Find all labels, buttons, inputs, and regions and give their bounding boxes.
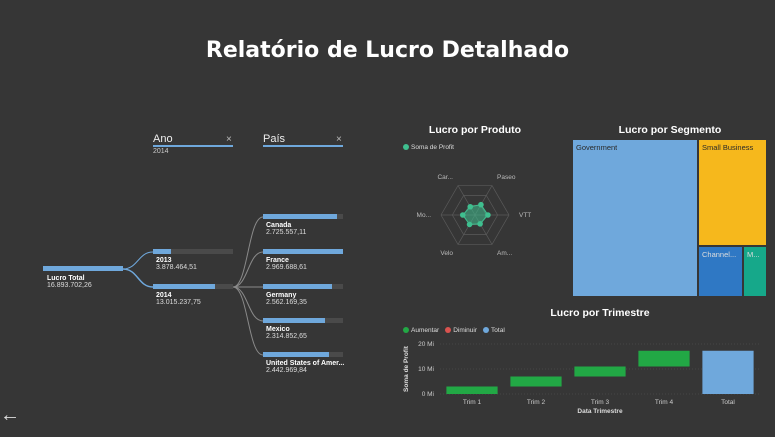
- treemap-label-channel: Channel...: [702, 250, 737, 259]
- waterfall-legend: Aumentar Diminuir Total: [403, 327, 505, 334]
- waterfall-xtick: Trim 3: [591, 399, 610, 406]
- treemap-cell-small-business[interactable]: Small Business: [698, 139, 767, 246]
- waterfall-xtick: Trim 2: [527, 399, 546, 406]
- legend-decrease-label: Diminuir: [453, 327, 478, 334]
- radar-point: [467, 203, 474, 210]
- level-header-ano[interactable]: Ano: [153, 133, 173, 145]
- waterfall-title: Lucro por Trimestre: [550, 307, 650, 319]
- connector-2014-usa: [232, 286, 264, 356]
- legend-total-icon: [483, 327, 490, 334]
- root-label: Lucro Total: [47, 275, 85, 282]
- waterfall-bar: [638, 350, 690, 367]
- radar-axis-label: Am...: [497, 250, 512, 257]
- radar-legend-label: Soma de Profit: [411, 144, 454, 151]
- waterfall-xtick: Trim 4: [655, 399, 674, 406]
- country-label: Canada: [266, 222, 292, 229]
- legend-increase-icon: [403, 327, 409, 334]
- radar-title: Lucro por Produto: [428, 124, 522, 136]
- country-value: 2.969.688,61: [266, 264, 307, 271]
- level-filter-ano: 2014: [153, 148, 169, 155]
- waterfall-bar: [510, 376, 562, 387]
- radar-point: [477, 221, 483, 227]
- country-value: 2.562.169,35: [266, 299, 307, 306]
- connector-2014-france: [232, 251, 264, 288]
- connector-root-2013: [122, 251, 154, 270]
- country-value: 2.725.557,11: [266, 229, 307, 236]
- country-value: 2.314.852,65: [266, 333, 307, 340]
- waterfall-bar: [702, 350, 754, 394]
- remove-level-pais-icon[interactable]: ×: [336, 134, 342, 145]
- report-title: Relatório de Lucro Detalhado: [205, 38, 570, 63]
- radar-axis-label: Car...: [437, 174, 453, 181]
- waterfall-bar: [446, 386, 498, 394]
- country-bar: [263, 284, 332, 289]
- connector-root-2014: [122, 268, 154, 288]
- level-underline-ano: [153, 145, 233, 147]
- level-underline-pais: [263, 145, 343, 147]
- radar-axis-label: Mo...: [417, 212, 432, 219]
- treemap-title: Lucro por Segmento: [618, 124, 722, 136]
- year-label: 2014: [156, 292, 172, 299]
- country-label: Mexico: [266, 326, 290, 333]
- radar-axis-label: Paseo: [497, 174, 516, 181]
- country-label: United States of Amer...: [266, 360, 345, 367]
- radar-chart: Paseo VTT Am... Velo Mo... Car...: [417, 174, 532, 257]
- treemap-cell-midmarket[interactable]: M...: [743, 246, 767, 297]
- root-bar: [43, 266, 123, 271]
- country-bar: [263, 352, 329, 357]
- radar-axis-label: VTT: [519, 212, 531, 219]
- year-value: 13.015.237,75: [156, 299, 201, 306]
- country-value: 2.442.969,84: [266, 367, 307, 374]
- connector-2014-canada: [232, 216, 264, 288]
- year-bar: [153, 284, 215, 289]
- country-label: France: [266, 257, 289, 264]
- country-bar: [263, 214, 337, 219]
- treemap-label-government: Government: [576, 143, 618, 152]
- radar-axis-label: Velo: [440, 250, 453, 257]
- remove-level-ano-icon[interactable]: ×: [226, 134, 232, 145]
- treemap-label-midmarket: M...: [747, 250, 760, 259]
- radar-point: [459, 212, 466, 218]
- waterfall-chart: 0 Mi 10 Mi 20 Mi Soma de Profit Trim 1 Trim 2…: [403, 341, 760, 415]
- legend-total-label: Total: [491, 327, 505, 334]
- radar-legend: Soma de Profit: [403, 144, 454, 151]
- waterfall-bar: [574, 366, 626, 377]
- waterfall-xlabel: Data Trimestre: [577, 408, 623, 415]
- legend-increase-label: Aumentar: [411, 327, 440, 334]
- root-value: 16.893.702,26: [47, 282, 92, 289]
- radar-point: [466, 221, 473, 228]
- treemap-cell-channel[interactable]: Channel...: [698, 246, 743, 297]
- waterfall-ytick: 0 Mi: [422, 391, 434, 398]
- connector-2014-mexico: [232, 286, 264, 322]
- waterfall-ylabel: Soma de Profit: [403, 345, 410, 392]
- waterfall-ytick: 10 Mi: [418, 366, 434, 373]
- year-bar: [153, 249, 171, 254]
- treemap-cell-government[interactable]: Government: [572, 139, 698, 297]
- treemap-label-small-business: Small Business: [702, 143, 754, 152]
- radar-point: [478, 201, 484, 208]
- country-bar: [263, 318, 325, 323]
- waterfall-ytick: 20 Mi: [418, 341, 434, 348]
- back-arrow-icon[interactable]: ←: [0, 404, 20, 427]
- year-label: 2013: [156, 257, 172, 264]
- radar-area: [462, 204, 489, 225]
- level-header-pais[interactable]: País: [263, 133, 285, 145]
- legend-dot-icon: [403, 144, 409, 151]
- country-label: Germany: [266, 292, 297, 299]
- country-bar: [263, 249, 343, 254]
- legend-decrease-icon: [445, 327, 452, 334]
- radar-point: [485, 212, 491, 218]
- waterfall-xtick: Trim 1: [463, 399, 482, 406]
- year-value: 3.878.464,51: [156, 264, 197, 271]
- waterfall-xtick: Total: [721, 399, 735, 406]
